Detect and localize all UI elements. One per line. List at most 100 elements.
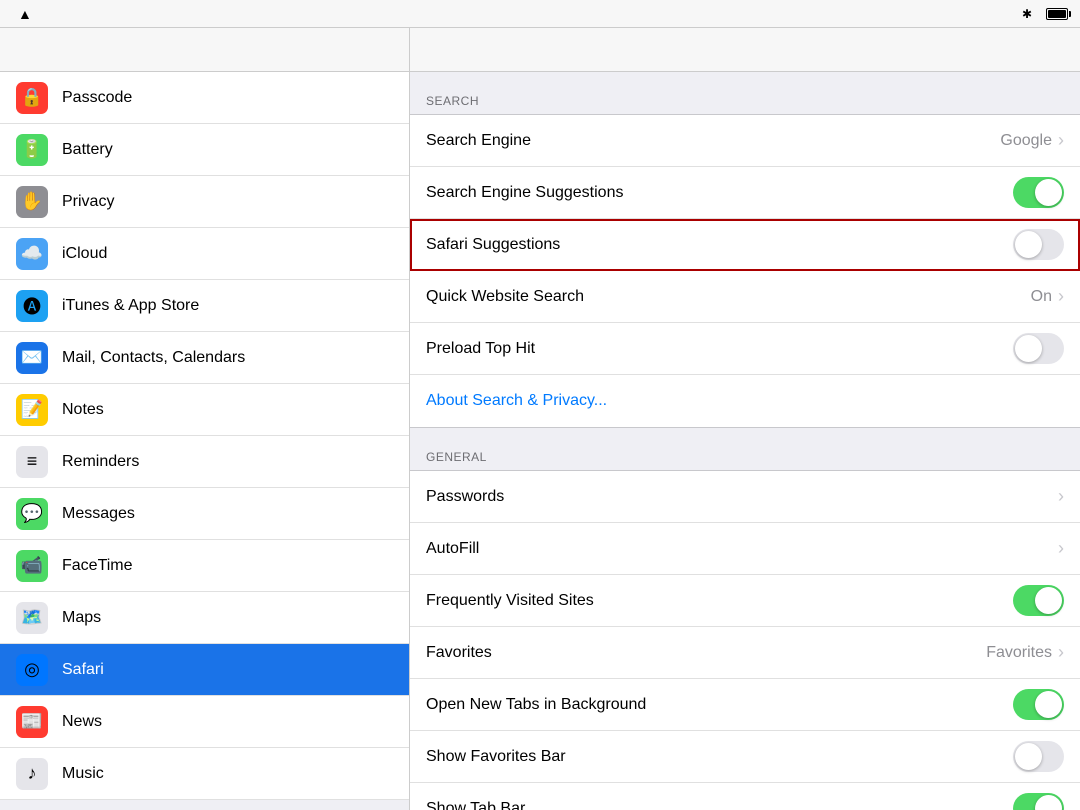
passcode-label: Passcode [62, 89, 132, 107]
sidebar-item-privacy[interactable]: ✋ Privacy [0, 176, 409, 228]
mail-label: Mail, Contacts, Calendars [62, 349, 245, 367]
music-icon: ♪ [16, 758, 48, 790]
battery-icon: 🔋 [16, 134, 48, 166]
label-safari-suggestions: Safari Suggestions [426, 236, 1013, 254]
status-bar: ▲ ✱ [0, 0, 1080, 28]
section-header-search: SEARCH [410, 72, 1080, 114]
label-search-engine-suggestions: Search Engine Suggestions [426, 184, 1013, 202]
main-content: 🔒Passcode 🔋 Battery ✋ Privacy ☁️ iCloud 🅐iTunes… [0, 72, 1080, 810]
sidebar-item-news[interactable]: 📰 News [0, 696, 409, 748]
row-preload-top-hit: Preload Top Hit [410, 323, 1080, 375]
label-quick-website-search: Quick Website Search [426, 288, 1031, 306]
news-label: News [62, 713, 102, 731]
status-bar-right: ✱ [1022, 7, 1068, 21]
news-icon: 📰 [16, 706, 48, 738]
sidebar-item-mail[interactable]: ✉️ Mail, Contacts, Calendars [0, 332, 409, 384]
row-frequently-visited-sites: Frequently Visited Sites [410, 575, 1080, 627]
row-favorites[interactable]: FavoritesFavorites › [410, 627, 1080, 679]
row-passwords[interactable]: Passwords› [410, 471, 1080, 523]
section-group-search: Search EngineGoogle › Search Engine Sugges… [410, 114, 1080, 428]
chevron-favorites: › [1058, 642, 1064, 663]
sidebar-item-reminders[interactable]: ≡ Reminders [0, 436, 409, 488]
notes-label: Notes [62, 401, 104, 419]
label-autofill: AutoFill [426, 540, 1058, 558]
chevron-quick-website-search: › [1058, 286, 1064, 307]
toggle-knob-open-new-tabs [1035, 691, 1062, 718]
toggle-show-tab-bar[interactable] [1013, 793, 1064, 810]
safari-label: Safari [62, 661, 104, 679]
value-search-engine: Google [1000, 132, 1052, 150]
toggle-open-new-tabs[interactable] [1013, 689, 1064, 720]
right-panel: SEARCH Search EngineGoogle › Search Engine … [410, 72, 1080, 810]
value-favorites: Favorites [986, 644, 1052, 662]
nav-headers [0, 28, 1080, 72]
sidebar-item-facetime[interactable]: 📹 FaceTime [0, 540, 409, 592]
toggle-preload-top-hit[interactable] [1013, 333, 1064, 364]
maps-label: Maps [62, 609, 101, 627]
row-quick-website-search[interactable]: Quick Website SearchOn› [410, 271, 1080, 323]
label-open-new-tabs: Open New Tabs in Background [426, 696, 1013, 714]
sidebar-item-maps[interactable]: 🗺️ Maps [0, 592, 409, 644]
reminders-icon: ≡ [16, 446, 48, 478]
section-group-general: Passwords›AutoFill›Frequently Visited Si… [410, 470, 1080, 810]
label-show-favorites-bar: Show Favorites Bar [426, 748, 1013, 766]
music-label: Music [62, 765, 104, 783]
status-bar-left: ▲ [12, 6, 32, 22]
wifi-icon: ▲ [18, 6, 32, 22]
battery-label: Battery [62, 141, 113, 159]
safari-icon: ◎ [16, 654, 48, 686]
row-autofill[interactable]: AutoFill› [410, 523, 1080, 575]
toggle-show-favorites-bar[interactable] [1013, 741, 1064, 772]
chevron-passwords: › [1058, 486, 1064, 507]
icloud-icon: ☁️ [16, 238, 48, 270]
label-passwords: Passwords [426, 488, 1058, 506]
toggle-knob-preload-top-hit [1015, 335, 1042, 362]
label-search-engine: Search Engine [426, 132, 1000, 150]
toggle-knob-frequently-visited-sites [1035, 587, 1062, 614]
messages-label: Messages [62, 505, 135, 523]
privacy-icon: ✋ [16, 186, 48, 218]
itunes-icon: 🅐 [16, 290, 48, 322]
settings-header [0, 28, 410, 72]
toggle-knob-show-favorites-bar [1015, 743, 1042, 770]
label-show-tab-bar: Show Tab Bar [426, 800, 1013, 810]
sidebar-item-messages[interactable]: 💬 Messages [0, 488, 409, 540]
battery-icon [1046, 8, 1068, 20]
toggle-search-engine-suggestions[interactable] [1013, 177, 1064, 208]
sidebar-item-battery[interactable]: 🔋 Battery [0, 124, 409, 176]
facetime-label: FaceTime [62, 557, 133, 575]
row-show-tab-bar: Show Tab Bar [410, 783, 1080, 810]
toggle-knob-show-tab-bar [1035, 795, 1062, 810]
safari-header [410, 28, 1080, 72]
sidebar-item-notes[interactable]: 📝 Notes [0, 384, 409, 436]
chevron-search-engine: › [1058, 130, 1064, 151]
sidebar-item-itunes[interactable]: 🅐iTunes & App Store [0, 280, 409, 332]
sidebar-item-icloud[interactable]: ☁️ iCloud [0, 228, 409, 280]
chevron-autofill: › [1058, 538, 1064, 559]
sidebar-item-passcode[interactable]: 🔒Passcode [0, 72, 409, 124]
link-about-search-privacy[interactable]: About Search & Privacy... [426, 392, 1064, 410]
notes-icon: 📝 [16, 394, 48, 426]
label-preload-top-hit: Preload Top Hit [426, 340, 1013, 358]
sidebar-item-music[interactable]: ♪ Music [0, 748, 409, 800]
row-safari-suggestions: Safari Suggestions [410, 219, 1080, 271]
toggle-safari-suggestions[interactable] [1013, 229, 1064, 260]
row-open-new-tabs: Open New Tabs in Background [410, 679, 1080, 731]
messages-icon: 💬 [16, 498, 48, 530]
bluetooth-icon: ✱ [1022, 7, 1032, 21]
privacy-label: Privacy [62, 193, 114, 211]
label-frequently-visited-sites: Frequently Visited Sites [426, 592, 1013, 610]
row-about-search-privacy[interactable]: About Search & Privacy... [410, 375, 1080, 427]
reminders-label: Reminders [62, 453, 139, 471]
label-favorites: Favorites [426, 644, 986, 662]
icloud-label: iCloud [62, 245, 107, 263]
maps-icon: 🗺️ [16, 602, 48, 634]
section-header-general: GENERAL [410, 428, 1080, 470]
toggle-knob-safari-suggestions [1015, 231, 1042, 258]
toggle-frequently-visited-sites[interactable] [1013, 585, 1064, 616]
itunes-label: iTunes & App Store [62, 297, 199, 315]
sidebar-item-safari[interactable]: ◎ Safari [0, 644, 409, 696]
facetime-icon: 📹 [16, 550, 48, 582]
row-search-engine[interactable]: Search EngineGoogle › [410, 115, 1080, 167]
mail-icon: ✉️ [16, 342, 48, 374]
